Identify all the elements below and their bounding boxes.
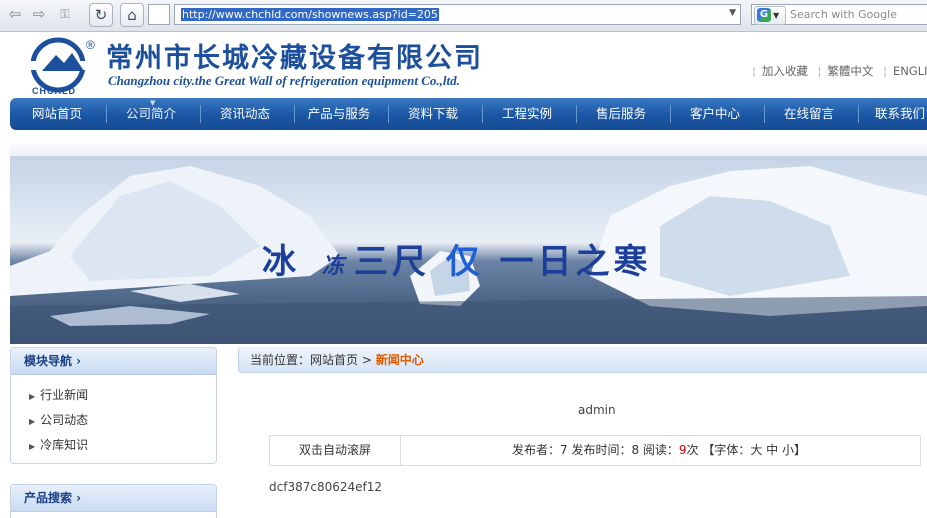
nav-item-projects[interactable]: 工程实例 — [484, 98, 570, 130]
breadcrumb-current[interactable]: 新闻中心 — [376, 353, 424, 367]
triangle-icon: ▶ — [29, 442, 36, 451]
add-favorite-link[interactable]: 加入收藏 — [762, 64, 808, 78]
article-content: dcf387c80624ef12 — [269, 480, 382, 494]
sidebar-item-industry-news[interactable]: ▶ 行业新闻 — [29, 383, 216, 408]
nav-item-clients[interactable]: 客户中心 — [672, 98, 758, 130]
site-favicon — [148, 4, 170, 25]
active-indicator-icon: ▼ — [150, 99, 156, 107]
sidebar-item-label: 行业新闻 — [40, 388, 89, 402]
url-text[interactable]: http://www.chchld.com/shownews.asp?id=20… — [181, 8, 439, 21]
logo-label: CHCHLD — [32, 86, 76, 96]
auto-scroll-button[interactable]: 双击自动滚屏 — [270, 436, 401, 465]
meta-publish-info: 发布者：7 发布时间：8 阅读： — [512, 443, 679, 457]
nav-item-home[interactable]: 网站首页 — [14, 98, 100, 130]
sidebar-item-label: 冷库知识 — [40, 438, 89, 452]
breadcrumb-home-link[interactable]: 网站首页 — [310, 353, 358, 367]
home-icon[interactable]: ⌂ — [120, 3, 144, 27]
main-nav: 网站首页 公司简介 ▼ 资讯动态 产品与服务 资料下载 工程实例 售后服务 客户… — [10, 98, 927, 130]
search-input[interactable]: Search with Google — [790, 8, 897, 21]
url-dropdown-icon[interactable]: ▼ — [729, 8, 736, 18]
breadcrumb: 当前位置：网站首页 > 新闻中心 — [238, 347, 927, 373]
article-info-bar: 双击自动滚屏 发布者：7 发布时间：8 阅读：9次 【字体：大 中 小】 — [269, 435, 921, 466]
banner-top-strip — [10, 138, 927, 156]
breadcrumb-prefix: 当前位置： — [250, 353, 311, 367]
nav-item-downloads[interactable]: 资料下载 — [390, 98, 476, 130]
nav-item-news[interactable]: 资讯动态 — [202, 98, 288, 130]
search-box[interactable]: G ▼ Search with Google — [751, 4, 927, 25]
back-icon[interactable]: ⇦ — [4, 3, 26, 25]
article-author: admin — [578, 403, 616, 417]
slogan-three-feet: 三尺 — [353, 242, 430, 282]
banner: 冰 冻三尺 仅 一日之寒 — [10, 156, 927, 344]
slogan-char-freeze: 冻 — [321, 253, 348, 279]
font-size-controls[interactable]: 次 【字体：大 中 小】 — [687, 443, 806, 457]
breadcrumb-separator: > — [358, 353, 376, 367]
search-engine-button[interactable]: G ▼ — [754, 6, 786, 25]
banner-slogan: 冰 冻三尺 仅 一日之寒 — [262, 234, 652, 283]
nav-item-contact[interactable]: 联系我们 — [860, 98, 927, 130]
nav-item-products[interactable]: 产品与服务 — [296, 98, 382, 130]
nav-item-message[interactable]: 在线留言 — [766, 98, 852, 130]
google-icon: G — [757, 8, 771, 22]
article-meta: 发布者：7 发布时间：8 阅读：9次 【字体：大 中 小】 — [512, 436, 806, 465]
module-nav-box: 模块导航 › ▶ 行业新闻 ▶ 公司动态 ▶ 冷库知识 — [10, 347, 217, 464]
traditional-chinese-link[interactable]: 繁體中文 — [827, 64, 873, 78]
english-link[interactable]: ENGLI — [893, 64, 927, 78]
sidebar-item-cold-storage[interactable]: ▶ 冷库知识 — [29, 433, 216, 458]
key-icon[interactable]: ⚿ — [54, 3, 76, 25]
slogan-one-day-cold: 一日之寒 — [499, 242, 652, 282]
triangle-icon: ▶ — [29, 417, 36, 426]
reload-icon[interactable]: ↻ — [89, 3, 113, 27]
sidebar-item-company-news[interactable]: ▶ 公司动态 — [29, 408, 216, 433]
read-count: 9 — [678, 443, 687, 457]
forward-icon[interactable]: ⇨ — [28, 3, 50, 25]
module-nav-title: 模块导航 › — [11, 348, 216, 375]
company-name-en: Changzhou city.the Great Wall of refrige… — [108, 73, 460, 88]
product-search-box: 产品搜索 › — [10, 484, 217, 518]
sidebar-item-label: 公司动态 — [40, 413, 89, 427]
top-links: ¦ 加入收藏 ¦ 繁體中文 ¦ ENGLI — [752, 64, 927, 78]
nav-item-service[interactable]: 售后服务 — [578, 98, 664, 130]
company-name-cn: 常州市长城冷藏设备有限公司 — [106, 43, 483, 74]
slogan-only: 仅 — [445, 242, 484, 282]
url-bar[interactable]: http://www.chchld.com/shownews.asp?id=20… — [174, 4, 741, 25]
svg-text:®: ® — [86, 38, 95, 52]
product-search-title: 产品搜索 › — [11, 485, 216, 512]
triangle-icon: ▶ — [29, 392, 36, 401]
browser-toolbar: ⇦ ⇨ ⚿ ↻ ⌂ http://www.chchld.com/shownews… — [0, 0, 927, 32]
slogan-char-ice: 冰 — [262, 242, 300, 282]
